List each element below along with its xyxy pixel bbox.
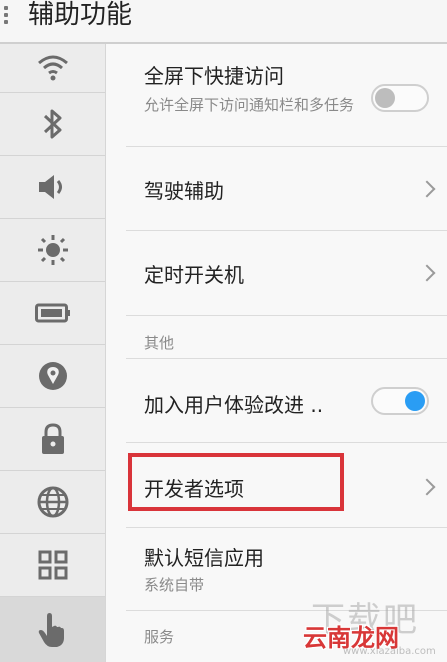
sidebar-item-volume[interactable] (0, 156, 105, 219)
lock-icon (41, 423, 64, 454)
sidebar-item-battery[interactable] (0, 282, 105, 345)
chevron-right-icon (418, 264, 436, 282)
user-experience-title: 加入用户体验改进 .. (144, 393, 324, 417)
driving-assist-row[interactable]: 驾驶辅助 (126, 147, 447, 231)
sidebar-item-bluetooth[interactable] (0, 93, 105, 156)
toggle-knob (375, 88, 395, 108)
user-experience-toggle[interactable] (371, 387, 429, 415)
watermark-url: www.xiazaiba.com (343, 646, 436, 657)
scheduled-power-title: 定时开关机 (144, 263, 244, 287)
default-sms-title: 默认短信应用 (144, 546, 264, 570)
bluetooth-icon (43, 109, 61, 139)
volume-icon (38, 175, 62, 199)
sidebar-item-security[interactable] (0, 408, 105, 471)
settings-category-sidebar (0, 44, 106, 662)
fullscreen-access-toggle[interactable] (371, 84, 429, 112)
location-icon (38, 362, 67, 390)
fullscreen-access-subtitle: 允许全屏下访问通知栏和多任务 (144, 96, 355, 114)
menu-icon[interactable] (4, 4, 12, 26)
sidebar-item-display[interactable] (0, 219, 105, 282)
section-header-other: 其他 (144, 334, 175, 352)
app-header: 辅助功能 (0, 0, 447, 42)
developer-options-highlight (128, 453, 344, 511)
scheduled-power-row[interactable]: 定时开关机 (126, 231, 447, 316)
hand-icon (38, 612, 64, 647)
chevron-right-icon (418, 478, 436, 496)
settings-list: 全屏下快捷访问 允许全屏下访问通知栏和多任务 驾驶辅助 定时开关机 其他 加入用… (106, 44, 447, 662)
apps-grid-icon (38, 550, 67, 580)
sidebar-item-apps[interactable] (0, 534, 105, 597)
globe-icon (37, 486, 68, 518)
chevron-right-icon (418, 180, 436, 198)
watermark: 下载吧 云南龙网 www.xiazaiba.com (303, 598, 443, 658)
battery-icon (34, 303, 70, 323)
sidebar-item-language[interactable] (0, 471, 105, 534)
fullscreen-access-title: 全屏下快捷访问 (144, 64, 284, 88)
sidebar-item-location[interactable] (0, 345, 105, 408)
default-sms-subtitle: 系统自带 (144, 576, 205, 594)
fullscreen-access-row[interactable]: 全屏下快捷访问 允许全屏下访问通知栏和多任务 (126, 44, 447, 147)
toggle-knob (405, 391, 425, 411)
brightness-icon (37, 235, 68, 265)
page-title: 辅助功能 (28, 0, 133, 30)
sidebar-item-wifi[interactable] (0, 44, 105, 93)
user-experience-row[interactable]: 加入用户体验改进 .. (126, 359, 447, 443)
wifi-icon (37, 55, 68, 81)
driving-assist-title: 驾驶辅助 (144, 179, 224, 203)
sidebar-item-accessibility[interactable] (0, 597, 105, 662)
section-header-service: 服务 (144, 628, 175, 646)
